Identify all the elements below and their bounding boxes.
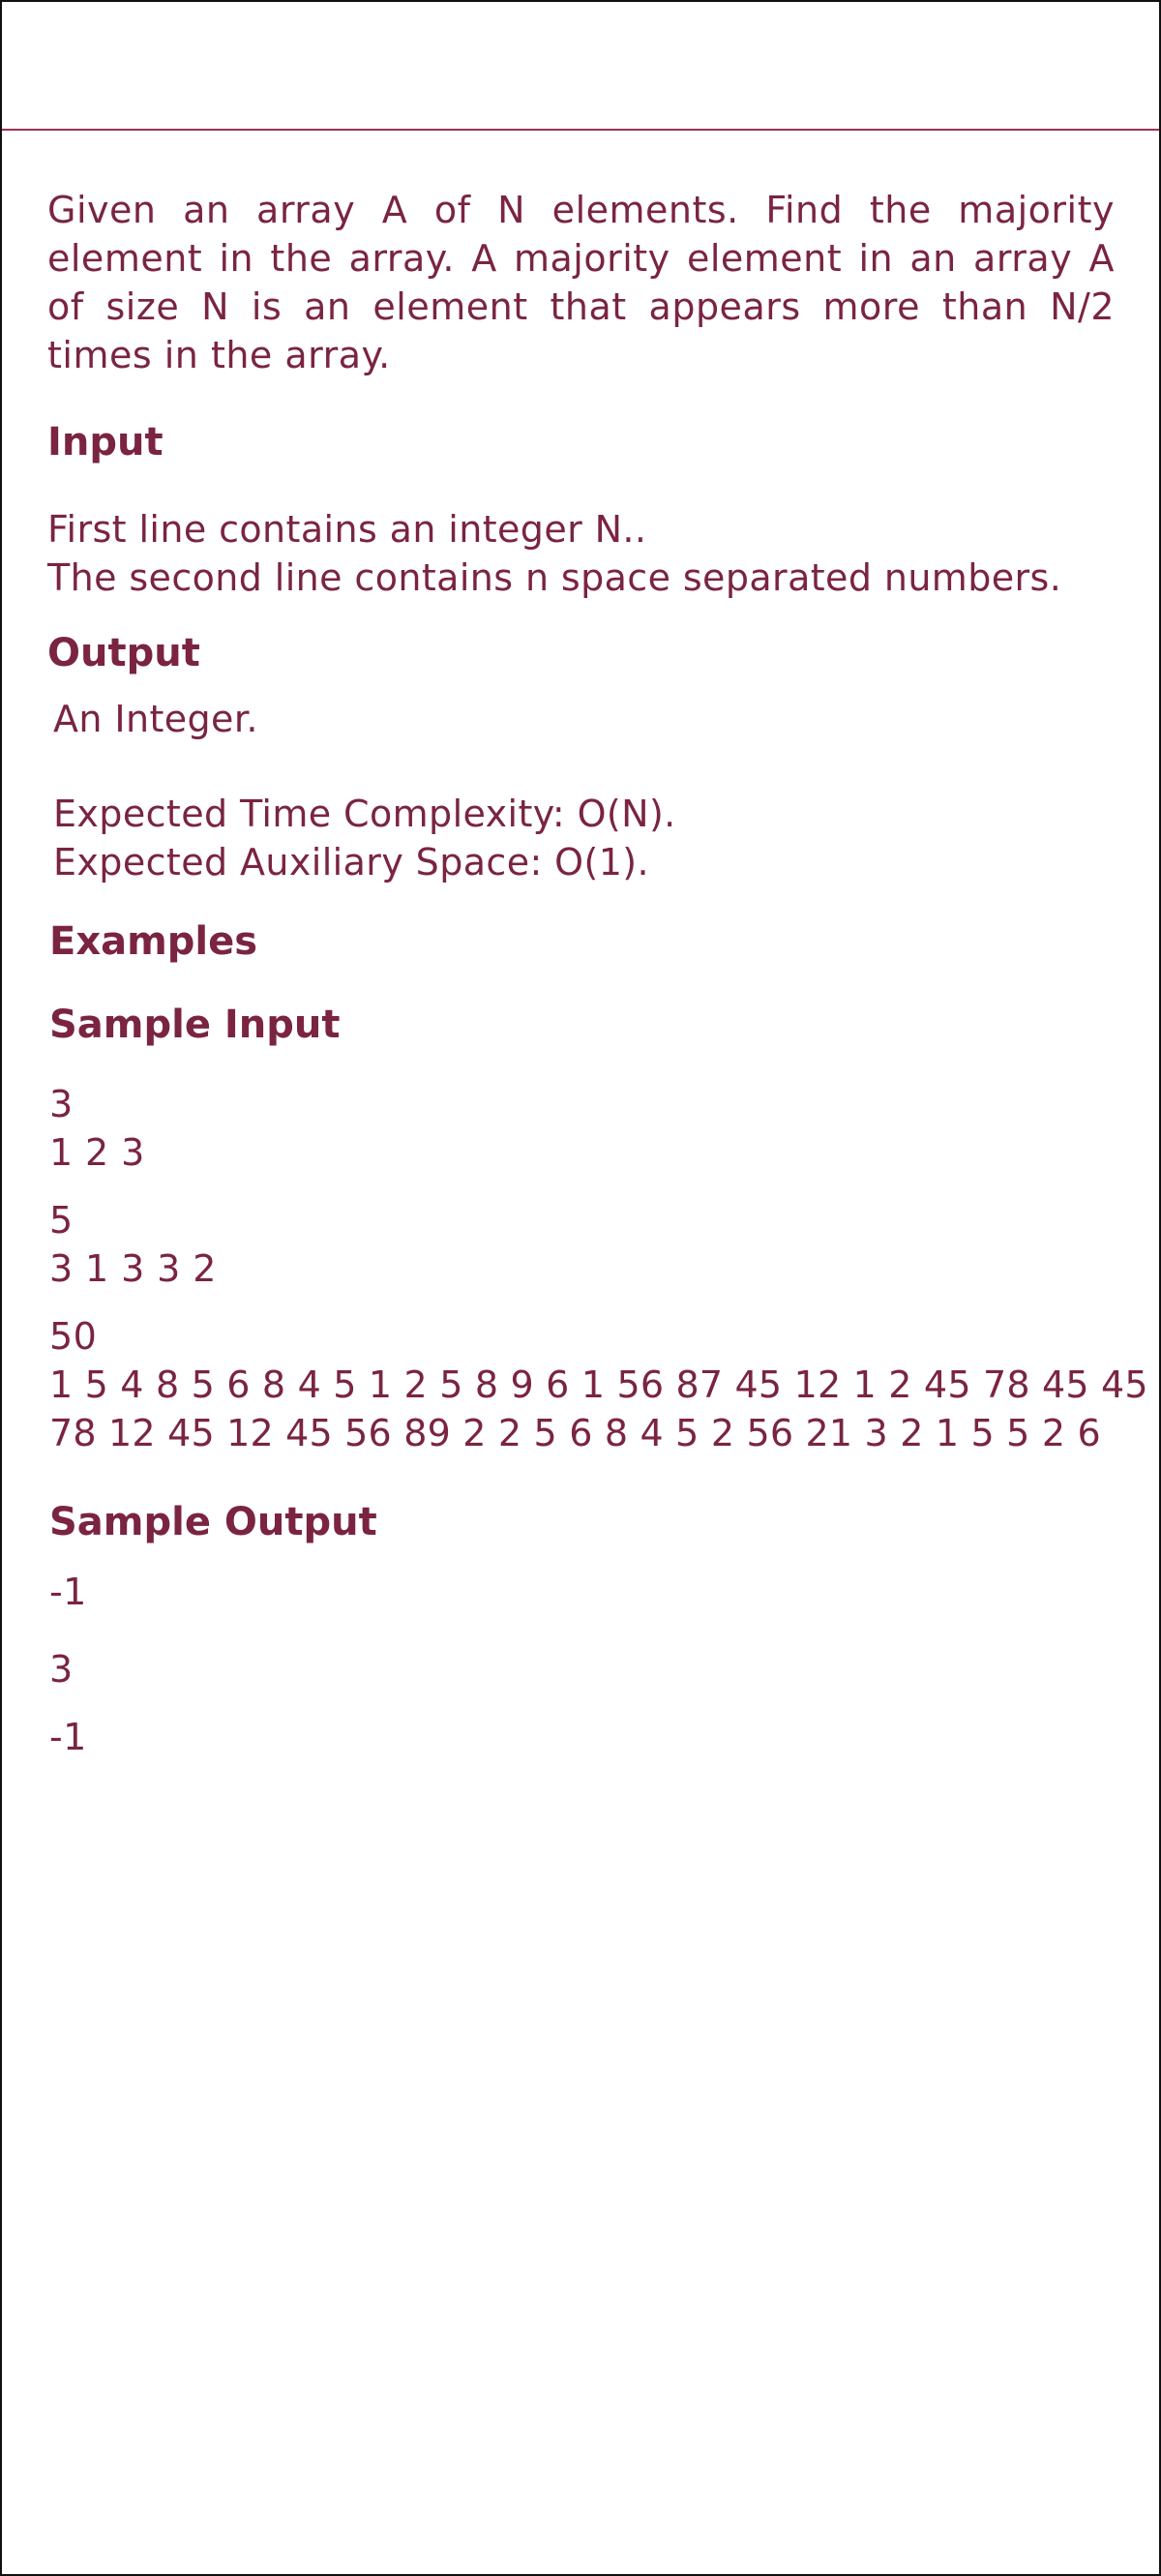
sample-output-line: 3 [49,1648,74,1691]
top-bar [2,2,1159,131]
input-line: First line contains an integer N.. [47,508,647,551]
problem-page: Given an array A of N elements. Find the… [0,0,1161,2576]
sample-output-line: -1 [49,1571,87,1613]
sample-input-case: 5 3 1 3 3 2 [47,1196,1115,1293]
input-heading: Input [47,420,164,464]
sample-input-line: 78 12 45 12 45 56 89 2 2 5 6 8 4 5 2 56 … [49,1412,1101,1454]
sample-input-line: 1 2 3 [49,1131,145,1174]
sample-output-heading: Sample Output [49,1500,377,1544]
input-line: The second line contains n space separat… [47,556,1062,599]
sample-input-case: 50 1 5 4 8 5 6 8 4 5 1 2 5 8 9 6 1 56 87… [47,1312,1148,1457]
sample-input-line: 50 [49,1315,98,1358]
output-text: An Integer. [53,698,258,740]
sample-output-line: -1 [49,1716,87,1758]
examples-heading: Examples [49,919,258,964]
problem-content: Given an array A of N elements. Find the… [47,186,1148,1761]
time-complexity: Expected Time Complexity: O(N). [53,793,676,835]
output-description: An Integer. [47,695,1115,743]
sample-input-case: 3 1 2 3 [47,1080,1115,1177]
input-description: First line contains an integer N.. The s… [47,505,1115,602]
sample-output-case: 3 [47,1645,1115,1693]
sample-input-heading: Sample Input [49,1003,341,1047]
space-complexity: Expected Auxiliary Space: O(1). [53,841,649,884]
sample-output-case: -1 [47,1568,1115,1616]
problem-description: Given an array A of N elements. Find the… [47,189,1115,376]
complexity-info: Expected Time Complexity: O(N). Expected… [47,790,1115,886]
output-heading: Output [47,631,200,675]
sample-input-line: 1 5 4 8 5 6 8 4 5 1 2 5 8 9 6 1 56 87 45… [49,1363,1148,1406]
sample-input-line: 5 [49,1199,74,1242]
sample-input-line: 3 [49,1083,74,1125]
sample-output-case: -1 [47,1713,1115,1761]
sample-input-line: 3 1 3 3 2 [49,1247,217,1290]
